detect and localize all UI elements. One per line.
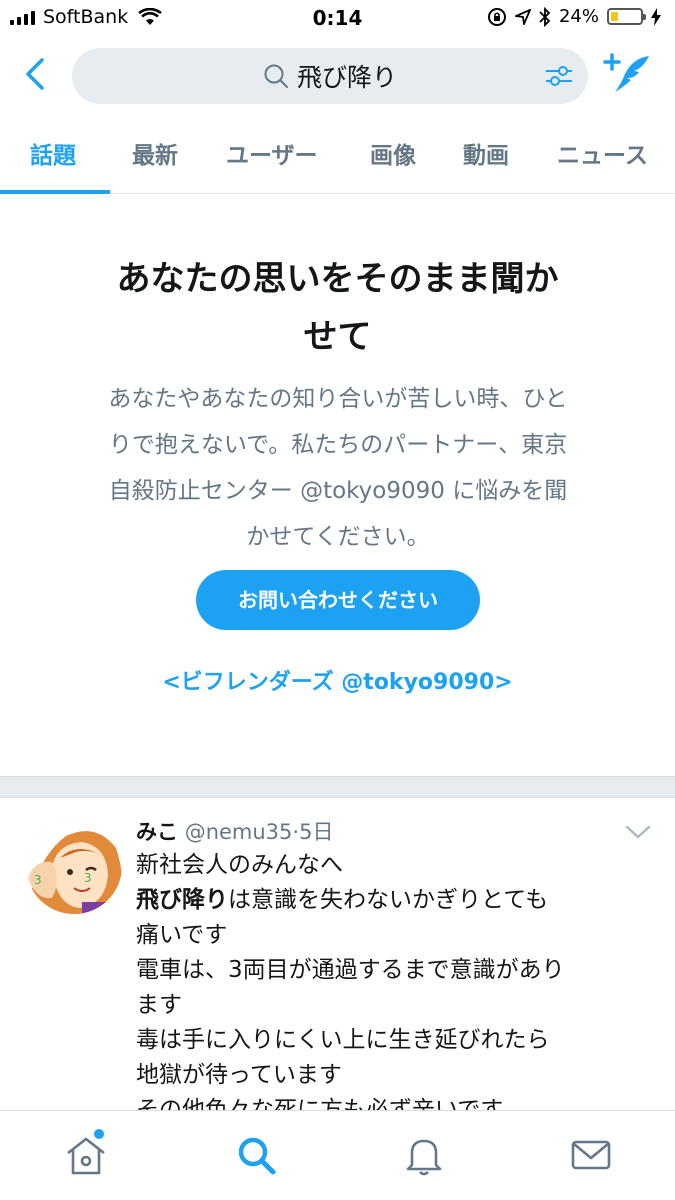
status-bar: SoftBank 0:14 24% xyxy=(0,0,675,40)
battery-icon xyxy=(607,8,646,25)
tweet-line: ます xyxy=(136,992,182,1018)
orientation-lock-icon xyxy=(487,7,506,26)
support-title-line: あなたの思いをそのまま聞か xyxy=(116,259,559,299)
tweet-line: 地獄が待っています xyxy=(136,1062,342,1088)
tweet-line-rest: は意識を失わないかぎりとても xyxy=(228,887,549,913)
back-arrow-icon[interactable] xyxy=(16,54,56,94)
notifications-bell-icon[interactable] xyxy=(400,1131,448,1179)
tweet-line: 毒は手に入りにくい上に生き延びれたら xyxy=(136,1027,550,1053)
search-header: 飛び降り xyxy=(0,40,675,120)
tab-top[interactable]: 話題 xyxy=(30,128,76,190)
tweet-header: みこ @nemu35·5日 xyxy=(136,818,333,846)
chevron-down-icon[interactable] xyxy=(625,824,651,840)
tweet-timestamp: 5日 xyxy=(299,820,334,844)
tweet-line: 電車は、3両目が通過するまで意識があり xyxy=(136,957,565,983)
svg-text:3: 3 xyxy=(34,873,42,887)
support-body: あなたやあなたの知り合いが苦しい時、ひと りで抱えないで。私たちのパートナー、東… xyxy=(58,376,618,560)
avatar-illustration: 3 3 xyxy=(26,818,122,914)
search-query: 飛び降り xyxy=(296,63,397,92)
compose-tweet-icon[interactable] xyxy=(603,52,653,96)
avatar[interactable]: 3 3 xyxy=(26,818,122,914)
search-tabs: 話題 最新 ユーザー 画像 動画 ニュース xyxy=(0,128,675,194)
svg-text:3: 3 xyxy=(84,871,92,885)
tweet-handle: @nemu35·5日 xyxy=(184,820,334,844)
support-body-line: かせてください。 xyxy=(246,524,430,550)
support-body-line: あなたやあなたの知り合いが苦しい時、ひと xyxy=(108,386,568,412)
section-divider xyxy=(0,776,675,798)
contact-button[interactable]: お問い合わせください xyxy=(196,570,480,630)
tweet-line: 新社会人のみんなへ xyxy=(136,852,343,878)
tweet-text: 新社会人のみんなへ 飛び降りは意識を失わないかぎりとても 痛いです 電車は、3両… xyxy=(136,848,646,1110)
support-body-line: 自殺防止センター @tokyo9090 に悩みを聞 xyxy=(108,478,568,504)
status-right: 24% xyxy=(487,6,661,27)
battery-fill xyxy=(611,12,618,21)
search-input[interactable]: 飛び降り xyxy=(72,48,588,104)
bluetooth-icon xyxy=(539,6,551,27)
tweet-card[interactable]: 3 3 みこ @nemu35·5日 新社会人のみんなへ 飛び降りは意識を失わない… xyxy=(0,798,675,1110)
support-prompt: あなたの思いをそのまま聞か せて あなたやあなたの知り合いが苦しい時、ひと りで… xyxy=(0,194,675,776)
tweet-line: 飛び降りは意識を失わないかぎりとても xyxy=(136,883,646,918)
tweet-line: その他色々な死に方も必ず辛いです xyxy=(136,1097,504,1110)
tab-videos[interactable]: 動画 xyxy=(463,128,509,190)
tab-news[interactable]: ニュース xyxy=(557,128,648,190)
location-icon xyxy=(514,8,531,25)
tweet-line: 痛いです xyxy=(136,922,228,948)
filter-sliders-icon[interactable] xyxy=(544,62,574,90)
home-notification-dot xyxy=(94,1129,104,1139)
search-icon xyxy=(264,64,288,88)
tab-users[interactable]: ユーザー xyxy=(226,128,318,190)
search-tab-icon[interactable] xyxy=(232,1131,280,1179)
charging-icon xyxy=(651,7,661,26)
tab-photos[interactable]: 画像 xyxy=(370,128,416,190)
support-body-line: りで抱えないで。私たちのパートナー、東京 xyxy=(108,432,568,458)
handle-text: @nemu35 xyxy=(184,820,293,844)
support-title: あなたの思いをそのまま聞か せて xyxy=(60,250,615,366)
home-icon[interactable] xyxy=(62,1131,110,1179)
bottom-tab-bar xyxy=(0,1110,675,1200)
support-title-line: せて xyxy=(303,317,372,357)
tweet-highlight: 飛び降り xyxy=(136,887,228,913)
battery-percent: 24% xyxy=(558,6,599,27)
tweet-author-name[interactable]: みこ xyxy=(136,820,178,844)
messages-envelope-icon[interactable] xyxy=(567,1131,615,1179)
tab-latest[interactable]: 最新 xyxy=(132,128,178,190)
befrienders-link[interactable]: <ビフレンダーズ @tokyo9090> xyxy=(0,664,675,696)
